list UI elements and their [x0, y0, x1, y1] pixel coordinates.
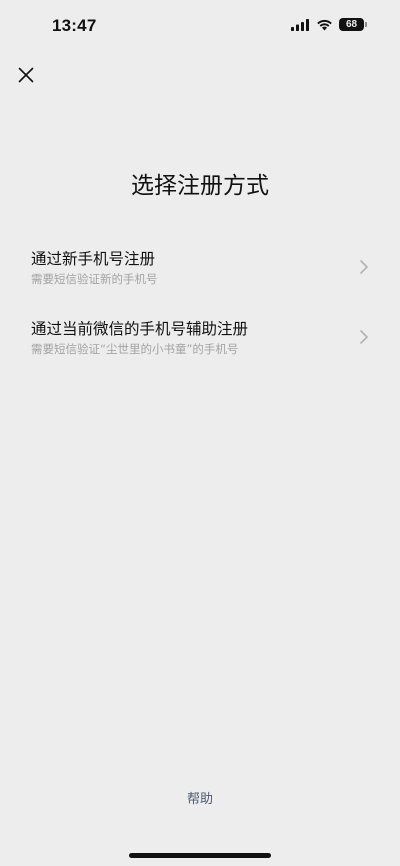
status-icons: 68: [291, 18, 367, 31]
battery-icon: 68: [339, 18, 367, 31]
close-button[interactable]: [14, 63, 38, 87]
chevron-right-icon: [360, 260, 368, 274]
option-subtitle: 需要短信验证新的手机号: [31, 272, 158, 286]
close-icon: [18, 67, 34, 83]
option-title: 通过当前微信的手机号辅助注册: [31, 320, 249, 338]
status-time: 13:47: [52, 16, 97, 35]
home-indicator[interactable]: [129, 853, 271, 858]
register-wechat-phone-option[interactable]: 通过当前微信的手机号辅助注册 需要短信验证“尘世里的小书童”的手机号: [0, 314, 400, 364]
status-bar: 13:47 68: [0, 0, 400, 54]
chevron-right-icon: [360, 330, 368, 344]
battery-level: 68: [345, 19, 358, 30]
help-link[interactable]: 帮助: [0, 788, 400, 807]
option-title: 通过新手机号注册: [31, 250, 156, 268]
register-new-phone-option[interactable]: 通过新手机号注册 需要短信验证新的手机号: [0, 244, 400, 294]
page-title: 选择注册方式: [131, 173, 269, 199]
signal-icon: [291, 18, 309, 31]
option-subtitle: 需要短信验证“尘世里的小书童”的手机号: [31, 342, 239, 356]
wifi-icon: [317, 19, 332, 30]
